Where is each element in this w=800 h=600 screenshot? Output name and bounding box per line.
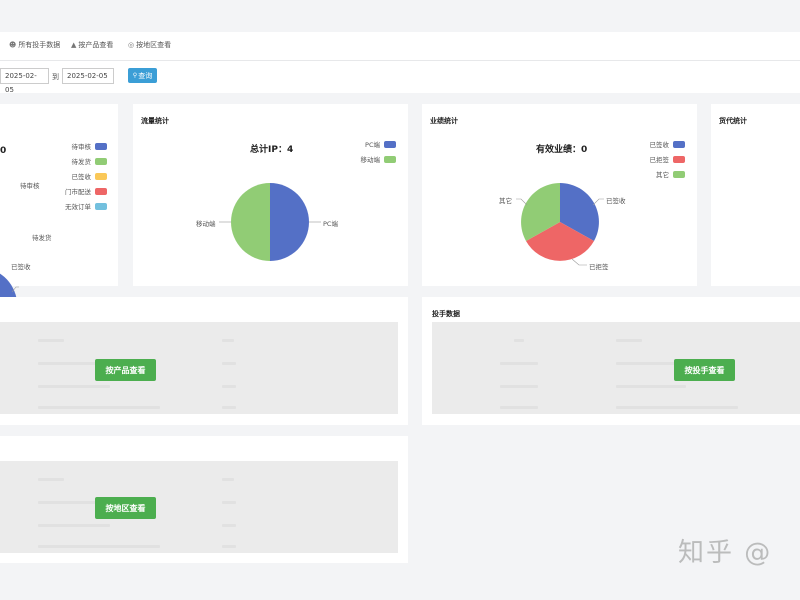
pie-slice-pc[interactable] (270, 183, 309, 261)
product-table-card: 按产品查看 (0, 297, 408, 425)
faded-row (222, 545, 236, 548)
faded-row (38, 545, 160, 548)
pitcher-table-placeholder (432, 322, 800, 414)
pie-label-mobile: 移动端 (196, 220, 216, 228)
traffic-pie-chart (219, 183, 321, 261)
faded-row (38, 501, 103, 504)
view-by-pitcher-button[interactable]: 按投手查看 (674, 359, 735, 381)
faded-row (222, 362, 236, 365)
query-button-label: 查询 (138, 71, 153, 80)
faded-row (222, 385, 236, 388)
faded-row (222, 524, 236, 527)
pitcher-data-title: 投手数据 (432, 310, 460, 318)
tab-all-pitchers[interactable]: ☻ 所有投手数据 (9, 40, 60, 50)
view-by-product-button[interactable]: 按产品查看 (95, 359, 156, 381)
pie-slice-mobile[interactable] (231, 183, 270, 261)
pitcher-data-card: 投手数据 按投手查看 (422, 297, 800, 425)
order-pie-chart (0, 273, 30, 368)
users-icon: ☻ (9, 41, 17, 49)
product-table-placeholder (0, 322, 398, 414)
faded-row (222, 406, 236, 409)
globe-icon: ◎ (128, 41, 135, 49)
faded-header (514, 339, 524, 342)
faded-row (500, 385, 538, 388)
label-line (516, 198, 528, 206)
faded-header (616, 339, 642, 342)
watermark-text: 知乎 @ (678, 538, 773, 568)
label-line (592, 198, 604, 206)
tab-label: 所有投手数据 (18, 41, 61, 49)
faded-row (38, 385, 110, 388)
pie-label-pending-shipment: 待发货 (32, 234, 52, 242)
view-by-region-button[interactable]: 按地区查看 (95, 497, 156, 519)
filter-bar: 2025-02-05 到 2025-02-05 (0, 61, 800, 94)
faded-row (38, 524, 110, 527)
search-icon: ⚲ (132, 72, 138, 79)
faded-row (616, 406, 738, 409)
tab-by-region[interactable]: ◎ 按地区查看 (128, 40, 171, 50)
pie-label-pc: PC端 (323, 220, 338, 228)
label-line (571, 258, 587, 266)
faded-row (500, 362, 538, 365)
pie-label-other: 其它 (499, 197, 512, 205)
query-button[interactable]: ⚲ 查询 (128, 68, 157, 83)
pie-label-signed: 已签收 (606, 197, 626, 205)
pie-label-pending-review: 待审核 (20, 182, 40, 190)
nav-bar: ☻ 所有投手数据 ▲ 按产品查看 ◎ 按地区查看 (0, 32, 800, 61)
order-stats-card: 0 待审核 待发货 已签收 门市配送 无效订单 待审核 待发货 已签收 (0, 104, 118, 368)
boxes-icon: ▲ (71, 41, 77, 49)
pie-label-rejected: 已拒签 (589, 263, 609, 271)
end-date-input[interactable]: 2025-02-05 (62, 68, 114, 84)
tab-label: 按地区查看 (136, 41, 172, 49)
faded-row (616, 385, 686, 388)
tab-label: 按产品查看 (78, 41, 114, 49)
region-table-placeholder (0, 461, 398, 553)
faded-header (38, 478, 64, 481)
start-date-input[interactable]: 2025-02-05 (0, 68, 49, 94)
faded-header (222, 339, 234, 342)
agent-stats-title: 货代统计 (719, 117, 747, 125)
performance-pie-chart (516, 183, 604, 266)
faded-header (222, 478, 234, 481)
faded-row (222, 501, 236, 504)
traffic-stats-card: 流量统计 总计IP：4 PC端 移动端 移动端 PC端 (133, 104, 408, 286)
performance-stats-card: 业绩统计 有效业绩：0 已签收 已拒签 其它 已签收 其它 已拒签 (422, 104, 697, 286)
faded-row (38, 362, 103, 365)
faded-header (38, 339, 64, 342)
faded-row (500, 406, 538, 409)
region-table-card: 按地区查看 (0, 436, 408, 563)
date-range-separator: 到 (52, 73, 59, 81)
faded-row (38, 406, 160, 409)
agent-stats-card: 货代统计 (711, 104, 800, 286)
tab-by-product[interactable]: ▲ 按产品查看 (71, 40, 113, 50)
pie-label-signed: 已签收 (11, 263, 31, 271)
top-band (0, 0, 800, 32)
